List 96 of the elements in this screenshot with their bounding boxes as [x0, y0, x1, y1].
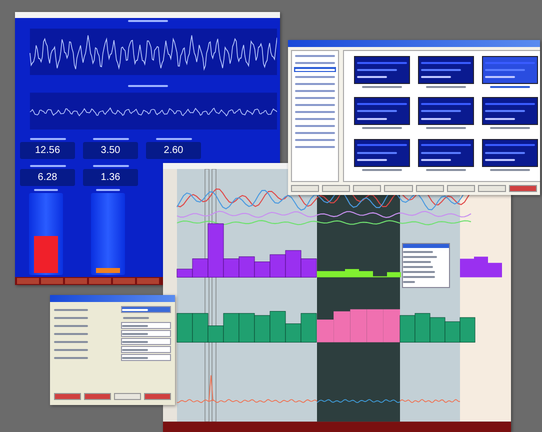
- metric-value: 2.60: [146, 142, 201, 159]
- screen-thumbnail[interactable]: [354, 138, 410, 167]
- category-item[interactable]: [294, 81, 336, 86]
- screen-thumbnail[interactable]: [418, 97, 474, 126]
- screen-thumbnail[interactable]: [354, 56, 410, 84]
- window-button[interactable]: [322, 185, 350, 192]
- histogram-bar: [238, 313, 255, 343]
- window-button[interactable]: [446, 185, 475, 192]
- histogram-bar: [400, 315, 416, 343]
- window-button[interactable]: [291, 185, 320, 192]
- blurred-label: [421, 152, 461, 154]
- metric-value: 6.28: [20, 169, 75, 186]
- histogram-bar: [460, 317, 476, 343]
- blurred-label: [426, 168, 466, 171]
- blurred-label: [485, 68, 525, 71]
- category-item[interactable]: [294, 102, 336, 107]
- dialog-field[interactable]: [121, 322, 171, 329]
- dialog-field[interactable]: [121, 338, 171, 345]
- blurred-label: [357, 152, 397, 154]
- metric-value: 12.56: [20, 142, 75, 159]
- blurred-label: [357, 102, 407, 105]
- histogram-bar: [176, 313, 193, 343]
- blurred-label: [421, 144, 471, 146]
- window-button[interactable]: [353, 185, 382, 192]
- histogram-bar: [444, 321, 460, 343]
- blurred-label: [357, 76, 387, 78]
- histogram-bar: [334, 311, 350, 342]
- blurred-label: [485, 152, 525, 154]
- blurred-label: [421, 68, 461, 71]
- dialog-field[interactable]: [121, 330, 171, 337]
- histogram-bar: [238, 256, 255, 278]
- blurred-label: [362, 168, 402, 171]
- blurred-label: [426, 127, 466, 130]
- category-item[interactable]: [294, 74, 336, 79]
- histogram-bar: [317, 320, 334, 342]
- blurred-label: [357, 68, 397, 71]
- blurred-label: [485, 118, 515, 120]
- menu-header: [403, 244, 449, 248]
- histogram-bar: [254, 315, 270, 343]
- screen-thumbnail[interactable]: [354, 97, 410, 126]
- category-item[interactable]: [294, 137, 336, 142]
- category-item[interactable]: [294, 116, 336, 121]
- window-button[interactable]: [478, 185, 506, 192]
- dialog-field[interactable]: [121, 354, 171, 361]
- blurred-label: [485, 102, 535, 105]
- blurred-label: [490, 127, 530, 130]
- category-item[interactable]: [294, 60, 336, 65]
- dialog-field[interactable]: [121, 346, 171, 353]
- screen-thumbnail[interactable]: [482, 97, 538, 126]
- window-button[interactable]: [508, 185, 537, 192]
- blurred-label: [357, 158, 387, 161]
- blurred-label: [357, 110, 397, 112]
- blurred-label: [421, 158, 451, 161]
- window-button[interactable]: [144, 393, 171, 400]
- histogram-bar: [285, 250, 302, 278]
- blurred-label: [421, 76, 451, 78]
- blurred-label: [485, 76, 515, 78]
- blurred-label: [421, 110, 461, 112]
- screen-thumbnail[interactable]: [482, 138, 538, 167]
- blurred-label: [357, 62, 407, 64]
- category-item[interactable]: [294, 67, 336, 72]
- dialog-field[interactable]: [121, 306, 171, 313]
- histogram-bar: [366, 309, 384, 342]
- category-item[interactable]: [294, 95, 336, 100]
- blurred-label: [485, 158, 515, 161]
- blurred-label: [421, 62, 471, 64]
- blurred-label: [421, 118, 451, 120]
- window-button[interactable]: [114, 393, 141, 400]
- category-item[interactable]: [294, 130, 336, 135]
- histogram-bar: [383, 309, 400, 342]
- category-item[interactable]: [294, 109, 336, 114]
- histogram-bar: [460, 258, 474, 278]
- blurred-label: [357, 118, 387, 120]
- category-item[interactable]: [294, 88, 336, 93]
- histogram-bar: [414, 313, 430, 343]
- window-button[interactable]: [54, 393, 81, 400]
- blurred-label: [421, 102, 471, 105]
- window-button[interactable]: [384, 185, 412, 192]
- category-item[interactable]: [294, 53, 336, 58]
- metric-value: 1.36: [83, 169, 138, 186]
- screen-thumbnail[interactable]: [418, 56, 474, 84]
- category-item[interactable]: [294, 144, 336, 149]
- metric-value: 3.50: [83, 142, 138, 159]
- window-button[interactable]: [416, 185, 444, 192]
- blurred-label: [485, 110, 525, 112]
- blurred-label: [490, 168, 530, 171]
- blurred-label: [357, 144, 407, 146]
- histogram-bar: [350, 309, 367, 342]
- histogram-bar: [430, 317, 446, 343]
- screen-thumbnail[interactable]: [418, 138, 474, 167]
- blurred-label: [362, 127, 402, 130]
- blurred-label: [485, 144, 535, 146]
- histogram-bar: [488, 262, 502, 278]
- screen-thumbnail[interactable]: [482, 56, 538, 84]
- category-item[interactable]: [294, 123, 336, 128]
- window-button[interactable]: [84, 393, 111, 400]
